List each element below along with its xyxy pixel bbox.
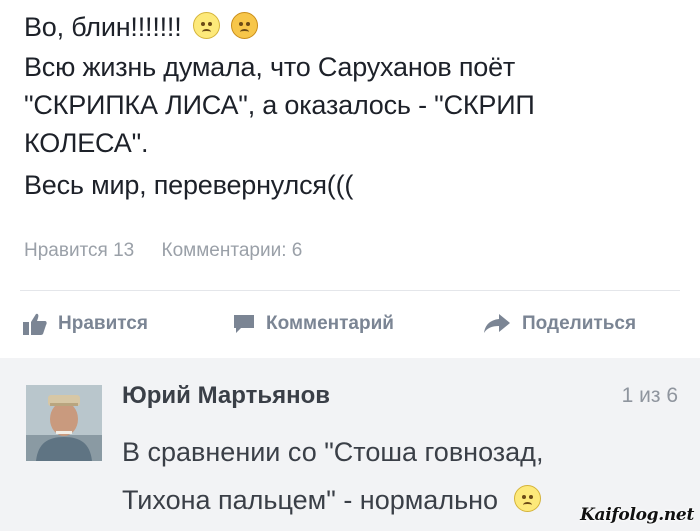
share-arrow-icon — [484, 314, 510, 333]
comment-page-indicator: 1 из 6 — [621, 384, 678, 407]
thumbs-up-icon — [23, 313, 47, 335]
post: Во, блин!!!!!!! Всю жизнь думала, что Са… — [24, 10, 684, 202]
comment-text-line-2: Тихона пальцем" - нормально — [122, 485, 499, 515]
sad-face-emoji-icon — [192, 12, 220, 39]
share-button-label: Поделиться — [522, 313, 637, 334]
avatar-photo — [26, 385, 102, 461]
comment-button-label: Комментарий — [266, 313, 394, 334]
share-button[interactable]: Поделиться — [482, 304, 636, 344]
post-text-line-3: "СКРИПКА ЛИСА", а оказалось - "СКРИП — [24, 90, 535, 120]
like-button[interactable]: Нравится — [22, 304, 148, 344]
like-button-label: Нравится — [58, 313, 148, 334]
comment-button[interactable]: Комментарий — [232, 304, 394, 344]
post-text-line-4: КОЛЕСА". — [24, 128, 149, 158]
angry-face-emoji-icon — [231, 12, 259, 39]
watermark: Kaifolog.net — [580, 505, 694, 525]
avatar[interactable] — [26, 385, 102, 461]
action-bar: Нравится Комментарий Поделиться — [20, 304, 680, 344]
likes-count-link[interactable]: Нравится 13 — [24, 240, 134, 261]
speech-bubble-icon — [234, 315, 254, 333]
post-text-line-1: Во, блин!!!!!!! — [24, 12, 182, 42]
smile-emoji-icon — [513, 485, 541, 512]
comment-text-line-1: В сравнении со "Стоша говнозад, — [122, 437, 544, 467]
comments-count-link[interactable]: Комментарии: 6 — [162, 240, 303, 261]
post-stats: Нравится 13 Комментарии: 6 — [24, 240, 324, 262]
divider — [20, 290, 680, 291]
post-text-line-5: Весь мир, перевернулся((( — [24, 170, 354, 200]
post-text-line-2: Всю жизнь думала, что Саруханов поёт — [24, 52, 516, 82]
comment-author[interactable]: Юрий Мартьянов — [122, 382, 330, 410]
